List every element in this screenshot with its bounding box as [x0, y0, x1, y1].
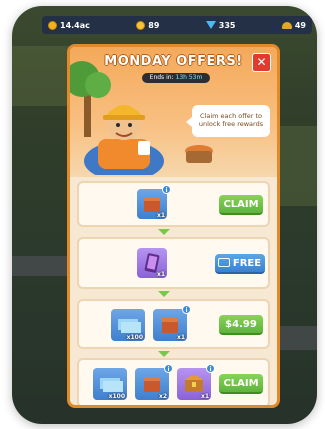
gold-counter: 89 [136, 20, 160, 30]
offer-row-4: x100 x2 i x1 i CLAIM [77, 358, 270, 405]
item-quantity: x100 [126, 334, 143, 341]
gold-coin-icon [136, 20, 146, 30]
helmets-value: 49 [294, 20, 306, 30]
timer-label: Ends in: [149, 74, 174, 81]
coin-icon [48, 20, 57, 30]
offers-dialog: MONDAY OFFERS! ✕ Ends in: 13h 53m Claim … [67, 44, 280, 408]
reward-cash[interactable]: x100 [111, 309, 145, 341]
item-quantity: x1 [156, 212, 165, 219]
item-quantity: x100 [108, 393, 125, 400]
info-icon[interactable]: i [206, 364, 215, 373]
worker-character [84, 105, 164, 175]
resource-bar: 14.4ac 89 335 49 [42, 16, 312, 34]
item-quantity: x1 [200, 393, 209, 400]
free-label: FREE [232, 258, 262, 269]
info-icon[interactable]: i [164, 364, 173, 373]
reward-chest[interactable]: x1 i [177, 364, 215, 400]
offer-row-2: x1 FREE [77, 237, 270, 289]
claim-button[interactable]: CLAIM [219, 195, 263, 215]
reward-crate[interactable]: x2 i [135, 364, 173, 400]
bread-basket-illustration [185, 145, 213, 163]
ad-video-icon [218, 258, 230, 267]
timer-value: 13h 53m [175, 74, 203, 81]
coins-value: 14.4ac [60, 20, 90, 30]
offer-row-3: x100 x1 i $4.99 [77, 299, 270, 349]
reward-cash[interactable]: x100 [93, 368, 127, 400]
speech-bubble: Claim each offer to unlock free rewards [186, 105, 270, 137]
info-icon[interactable]: i [162, 185, 171, 194]
offer-row-1: x1 i CLAIM [77, 181, 270, 227]
item-quantity: x2 [158, 393, 167, 400]
gems-counter: 335 [205, 20, 236, 30]
helmet-icon [281, 21, 292, 29]
free-button[interactable]: FREE [215, 254, 265, 274]
reward-phone[interactable]: x1 [137, 248, 167, 278]
reward-crate[interactable]: x1 i [153, 305, 191, 341]
coins-counter: 14.4ac [48, 20, 90, 30]
reward-crate[interactable]: x1 i [137, 185, 171, 219]
claim-button[interactable]: CLAIM [219, 374, 263, 394]
arrow-down-icon [158, 229, 170, 235]
item-quantity: x1 [176, 334, 185, 341]
arrow-down-icon [158, 351, 170, 357]
offer-timer: Ends in: 13h 53m [142, 73, 210, 83]
close-button[interactable]: ✕ [252, 53, 271, 72]
gold-value: 89 [148, 20, 160, 30]
gems-value: 335 [218, 20, 236, 30]
arrow-down-icon [158, 291, 170, 297]
offer-banner: MONDAY OFFERS! ✕ Ends in: 13h 53m Claim … [70, 47, 277, 177]
gem-icon [205, 21, 216, 29]
offer-title: MONDAY OFFERS! [104, 54, 243, 69]
info-icon[interactable]: i [182, 305, 191, 314]
buy-button[interactable]: $4.99 [219, 315, 263, 335]
helmets-counter: 49 [281, 20, 306, 30]
item-quantity: x1 [156, 271, 165, 278]
ground-tile [12, 46, 72, 106]
